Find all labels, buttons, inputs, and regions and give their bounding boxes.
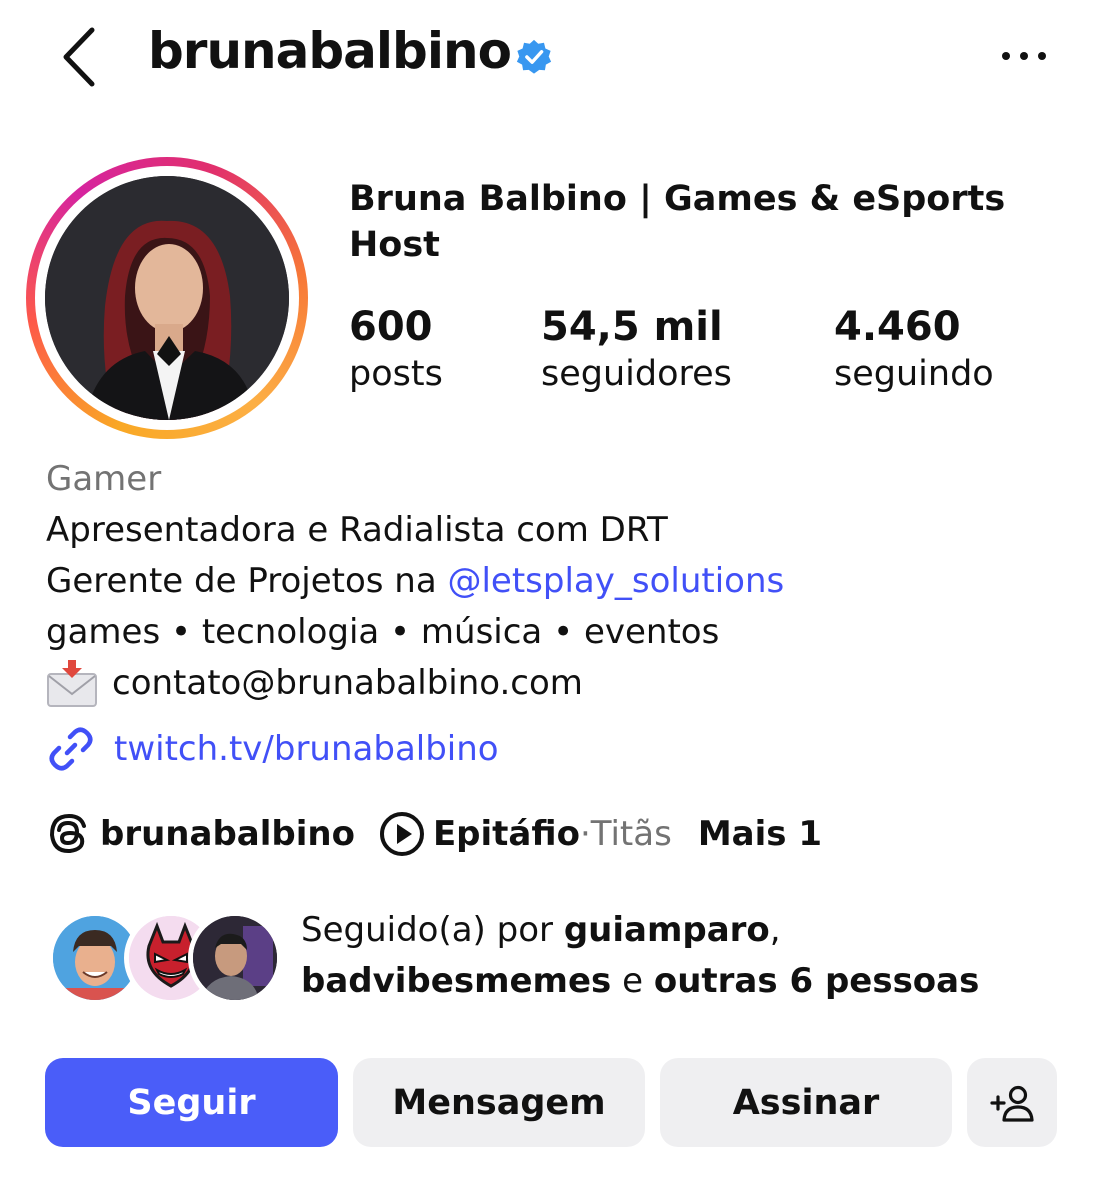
follower-name: guiamparo <box>563 910 770 950</box>
profile-photo <box>45 176 289 420</box>
suggest-accounts-button[interactable] <box>967 1058 1057 1147</box>
stat-label: posts <box>349 354 443 394</box>
verified-badge-icon <box>515 38 553 76</box>
profile-username: brunabalbino <box>148 22 512 80</box>
stat-label: seguindo <box>834 354 994 394</box>
profile-bio: Gamer Apresentadora e Radialista com DRT… <box>46 454 1056 709</box>
profile-meta-row: brunabalbino Epitáfio · Titãs Mais 1 <box>46 806 822 862</box>
stat-value: 54,5 mil <box>541 304 723 350</box>
profile-full-name: Bruna Balbino | Games & eSports Host <box>349 179 1006 265</box>
envelope-icon <box>46 659 98 708</box>
play-circle-icon <box>379 811 425 857</box>
bio-text: Gerente de Projetos na <box>46 561 448 601</box>
email-address: contato@brunabalbino.com <box>112 663 583 703</box>
add-person-icon <box>990 1085 1034 1122</box>
chevron-left-icon <box>63 27 95 87</box>
followed-comma: , <box>769 910 781 950</box>
follow-button[interactable]: Seguir <box>45 1058 338 1147</box>
followed-conj: e <box>611 961 654 1001</box>
separator: · <box>579 814 591 854</box>
link-text: twitch.tv/brunabalbino <box>114 729 499 769</box>
follower-avatar <box>188 911 282 1005</box>
subscribe-button[interactable]: Assinar <box>660 1058 952 1147</box>
external-link[interactable]: twitch.tv/brunabalbino <box>46 722 499 776</box>
link-icon <box>46 724 96 774</box>
follower-name: badvibesmemes <box>301 961 612 1001</box>
song-title[interactable]: Epitáfio <box>433 814 580 854</box>
follower-avatars <box>46 911 286 1007</box>
threads-icon <box>46 811 90 857</box>
bio-email-line: contato@brunabalbino.com <box>46 658 1056 709</box>
profile-avatar[interactable] <box>26 157 308 439</box>
bio-line: Gerente de Projetos na @letsplay_solutio… <box>46 556 1056 607</box>
bio-line: games • tecnologia • música • eventos <box>46 612 720 652</box>
stat-label: seguidores <box>541 354 732 394</box>
threads-handle[interactable]: brunabalbino <box>100 814 355 854</box>
followed-others: outras 6 pessoas <box>653 961 980 1001</box>
followed-prefix: Seguido(a) por <box>301 910 564 950</box>
stat-following[interactable]: 4.460 seguindo <box>834 302 994 396</box>
message-button[interactable]: Mensagem <box>353 1058 645 1147</box>
mention-link[interactable]: @letsplay_solutions <box>447 561 784 601</box>
more-options-button[interactable] <box>996 40 1052 72</box>
followed-by-text: Seguido(a) por guiamparo, badvibesmemes e… <box>301 905 1061 1007</box>
stat-posts[interactable]: 600 posts <box>349 302 443 396</box>
song-artist: Titãs <box>590 814 672 854</box>
stat-value: 4.460 <box>834 304 961 350</box>
ellipsis-icon <box>1002 52 1046 60</box>
profile-category: Gamer <box>46 459 162 499</box>
stat-followers[interactable]: 54,5 mil seguidores <box>541 302 732 396</box>
stat-value: 600 <box>349 304 433 350</box>
more-link[interactable]: Mais 1 <box>698 814 822 854</box>
back-button[interactable] <box>58 26 102 88</box>
bio-line: Apresentadora e Radialista com DRT <box>46 510 668 550</box>
